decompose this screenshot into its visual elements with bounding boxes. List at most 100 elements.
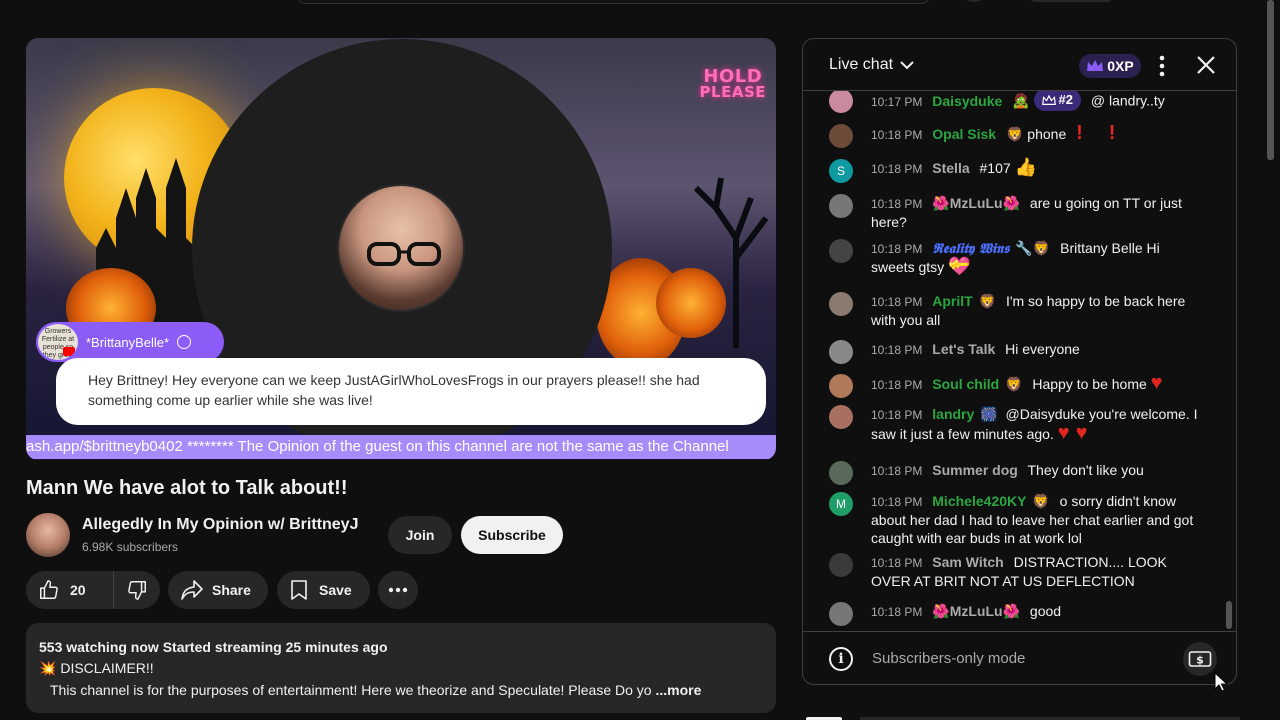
user-avatar[interactable]: S <box>829 159 853 183</box>
member-badge-icon: 🦁 <box>1005 127 1024 143</box>
close-icon[interactable] <box>1195 54 1217 76</box>
member-badge-icon: 🎆 <box>980 407 998 423</box>
user-avatar[interactable] <box>829 405 853 429</box>
message-author[interactable]: Opal Sisk <box>932 126 996 142</box>
chat-message: 10:18 PM landry 🎆 @Daisyduke you're welc… <box>829 405 1199 443</box>
message-text: Hi everyone <box>1005 341 1080 357</box>
message-time: 10:18 PM <box>871 343 923 357</box>
member-badge-icon: 🦁 <box>978 294 997 310</box>
message-text: They don't like you <box>1027 462 1144 478</box>
more-actions-button[interactable] <box>378 571 418 609</box>
video-player[interactable]: HOLD PLEASE *BrittanyBelle* Growers Fert… <box>26 38 776 460</box>
user-avatar[interactable] <box>829 292 853 316</box>
message-time: 10:18 PM <box>871 197 923 211</box>
message-time: 10:18 PM <box>871 295 923 309</box>
message-author[interactable]: AprilT <box>932 293 972 309</box>
share-label: Share <box>212 582 251 598</box>
like-button[interactable]: 20 <box>26 571 114 609</box>
message-author[interactable]: MzLuLu <box>950 195 1003 211</box>
user-avatar[interactable] <box>829 553 853 577</box>
kebab-icon[interactable] <box>1155 53 1169 79</box>
message-time: 10:18 PM <box>871 556 923 570</box>
info-icon[interactable]: i <box>829 647 853 671</box>
youtube-icon <box>63 347 75 356</box>
search-bar[interactable] <box>296 0 931 4</box>
chat-title: Live chat <box>829 56 894 73</box>
channel-avatar[interactable] <box>26 513 70 557</box>
user-avatar[interactable] <box>829 194 853 218</box>
member-badge-icon: 🌺 <box>1002 196 1021 212</box>
channel-name[interactable]: Allegedly In My Opinion w/ BrittneyJ <box>82 516 358 534</box>
please-text: PLEASE <box>699 83 766 102</box>
subscribers-only-notice: Subscribers-only mode <box>872 650 1026 667</box>
stream-meta: 553 watching now Started streaming 25 mi… <box>39 639 388 655</box>
user-avatar[interactable] <box>829 239 853 263</box>
message-time: 10:18 PM <box>871 128 923 142</box>
glasses-icon <box>367 242 441 266</box>
chat-message-list[interactable]: 10:17 PM Daisyduke 🧟 #2 @ landry..ty 10:… <box>803 91 1223 631</box>
heart-icon: ♥ <box>1057 422 1070 444</box>
rank-badge: #2 <box>1033 91 1081 111</box>
message-time: 10:18 PM <box>871 162 923 176</box>
save-label: Save <box>319 582 352 598</box>
message-author[interactable]: Soul child <box>932 376 999 392</box>
crown-icon <box>1087 60 1104 71</box>
show-more-link[interactable]: ...more <box>655 682 701 698</box>
subscribe-button[interactable]: Subscribe <box>461 516 563 554</box>
chat-mode-dropdown[interactable]: Live chat <box>829 56 915 74</box>
user-avatar[interactable]: M <box>829 492 853 516</box>
chat-message: 10:18 PM Let's Talk Hi everyone <box>829 340 1199 364</box>
share-icon <box>181 580 203 600</box>
user-avatar[interactable] <box>829 124 853 148</box>
description-box[interactable]: 553 watching now Started streaming 25 mi… <box>26 623 776 713</box>
page-scrollbar[interactable] <box>1267 0 1274 160</box>
super-chat-button[interactable]: $ <box>1183 642 1217 676</box>
message-author[interactable]: MzLuLu <box>950 603 1003 619</box>
description-text: This channel is for the purposes of ente… <box>50 682 652 698</box>
message-author[interactable]: Sam Witch <box>932 554 1003 570</box>
message-author[interactable]: Stella <box>932 160 969 176</box>
message-author[interactable]: Daisyduke <box>932 93 1002 109</box>
chat-message: M 10:18 PM Michele420KY 🦁 o sorry didn't… <box>829 492 1199 547</box>
chat-message: 10:18 PM 𝕽𝖊𝖆𝖑𝖎𝖙𝖞 𝖂𝖎𝖓𝖘 🔧🦁 Brittany Belle … <box>829 239 1199 276</box>
chat-scrollbar[interactable] <box>1226 601 1232 629</box>
message-time: 10:18 PM <box>871 408 923 422</box>
crown-icon <box>1041 94 1056 105</box>
user-avatar[interactable] <box>829 340 853 364</box>
share-button[interactable]: Share <box>168 571 268 609</box>
user-avatar[interactable] <box>829 461 853 485</box>
message-text: #107 <box>979 160 1011 176</box>
member-badge-icon: 🦁 <box>1032 494 1050 510</box>
overlay-author-name: *BrittanyBelle* <box>86 334 170 350</box>
message-author[interactable]: Michele420KY <box>932 493 1026 509</box>
disclaimer-text: DISCLAIMER!! <box>60 660 154 676</box>
chat-message: S 10:18 PM Stella #107 👍 <box>829 159 1199 183</box>
user-avatar[interactable] <box>829 374 853 398</box>
exclamation-icon: ! <box>1076 122 1083 144</box>
message-time: 10:18 PM <box>871 605 923 619</box>
video-title: Mann We have alot to Talk about!! <box>26 477 348 499</box>
member-badge-icon: 🧟 <box>1012 93 1030 110</box>
svg-text:$: $ <box>1196 654 1204 667</box>
overlay-avatar-text: Growers Fertilize at people so they grow… <box>41 328 75 359</box>
like-icon <box>40 580 58 599</box>
top-bar-button[interactable] <box>1028 0 1114 2</box>
chat-message: 10:18 PM 🌺MzLuLu🌺 good <box>829 602 1199 626</box>
chat-message: 10:18 PM Sam Witch DISTRACTION.... LOOK … <box>829 553 1199 590</box>
message-time: 10:18 PM <box>871 464 923 478</box>
user-avatar[interactable] <box>829 91 853 113</box>
exclamation-icon: ! <box>1108 122 1116 144</box>
user-avatar[interactable] <box>829 602 853 626</box>
dislike-button[interactable] <box>114 571 160 609</box>
live-chat-panel: Live chat 0XP 10:17 PM Daisyduke 🧟 #2 @ … <box>802 38 1237 685</box>
save-button[interactable]: Save <box>277 571 370 609</box>
message-author[interactable]: Summer dog <box>932 462 1018 478</box>
chat-message: 10:18 PM Summer dog They don't like you <box>829 461 1199 485</box>
xp-badge[interactable]: 0XP <box>1079 54 1141 78</box>
message-author[interactable]: Let's Talk <box>932 341 995 357</box>
message-time: 10:17 PM <box>871 94 923 109</box>
voice-search-button[interactable] <box>960 0 988 2</box>
message-author[interactable]: 𝕽𝖊𝖆𝖑𝖎𝖙𝖞 𝖂𝖎𝖓𝖘 <box>932 241 1009 257</box>
message-author[interactable]: landry <box>932 406 974 422</box>
join-button[interactable]: Join <box>388 516 452 554</box>
